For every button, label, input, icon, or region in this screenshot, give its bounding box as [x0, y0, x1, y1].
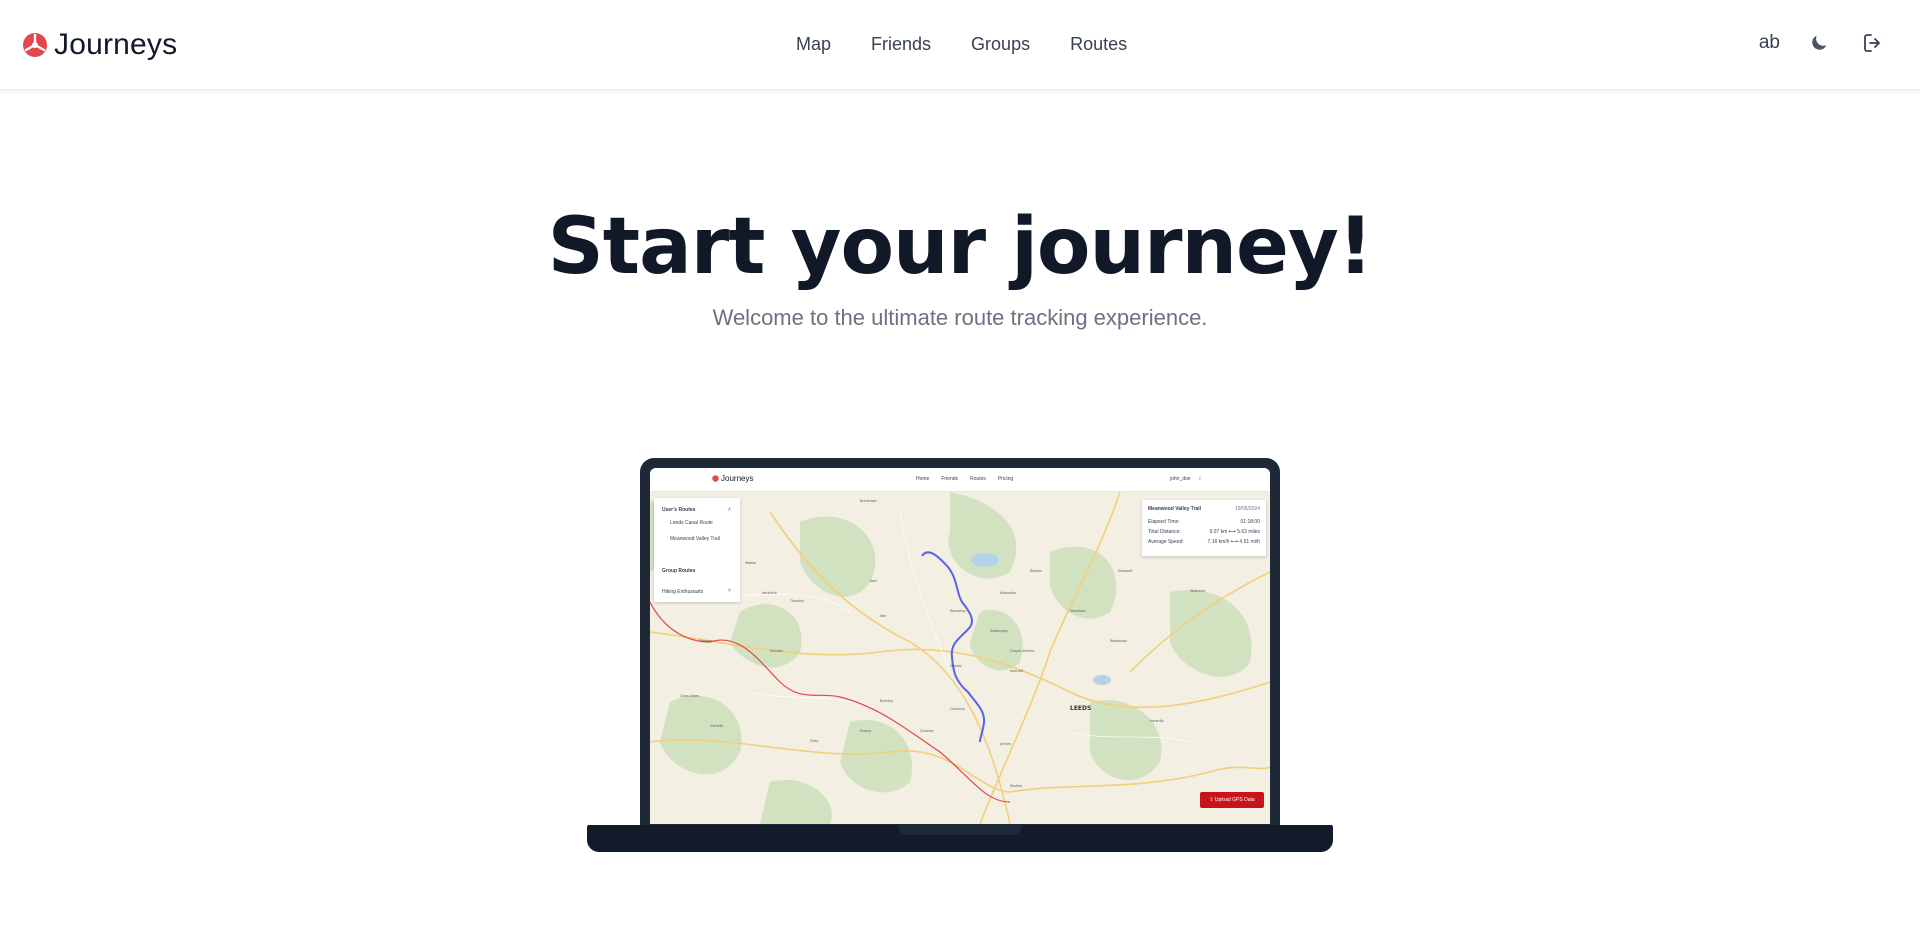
- map-place-label: Garforth: [710, 724, 723, 728]
- map-place-label: Wetherby: [1190, 589, 1205, 593]
- preview-route-name: Meanwood Valley Trail: [1148, 506, 1202, 512]
- map-place-label: Armley: [1000, 742, 1011, 746]
- map-place-label: Adel: [870, 579, 877, 583]
- preview-elapsed-value: 01:18:00: [1240, 519, 1260, 525]
- moon-icon: ☾: [1198, 476, 1204, 482]
- top-navbar: Journeys Map Friends Groups Routes ab: [0, 0, 1920, 90]
- preview-user: john_doe ☾: [1170, 476, 1203, 482]
- app-preview: Journeys Home Friends Routes Pricing joh…: [650, 468, 1270, 824]
- theme-toggle-button[interactable]: [1804, 28, 1834, 58]
- hero-title: Start your journey!: [547, 202, 1374, 292]
- map-place-label: Idle: [880, 614, 886, 618]
- preview-stats-panel: Meanwood Valley Trail 19/05/2024 Elapsed…: [1142, 500, 1266, 556]
- nav-map[interactable]: Map: [796, 34, 831, 55]
- preview-upload-label: Upload GPS Data: [1214, 797, 1255, 803]
- preview-nav: Home Friends Routes Pricing: [916, 476, 1013, 482]
- map-place-label: Shadwell: [1118, 569, 1132, 573]
- preview-route-date: 19/05/2024: [1234, 506, 1260, 512]
- preview-brand: Journeys: [712, 474, 753, 483]
- laptop-screen: Journeys Home Friends Routes Pricing joh…: [640, 458, 1280, 828]
- brand-link[interactable]: Journeys: [22, 28, 177, 62]
- preview-upload-button: ⇪ Upload GPS Data: [1200, 792, 1264, 808]
- preview-elapsed-label: Elapsed Time:: [1148, 519, 1180, 525]
- map-place-label: Baildon: [1030, 569, 1042, 573]
- preview-brand-name: Journeys: [721, 474, 754, 483]
- map-place-label: Harehills: [1150, 719, 1164, 723]
- laptop-notch: [899, 825, 1021, 835]
- map-place-label: Rawdon: [700, 639, 713, 643]
- preview-nav-home: Home: [916, 476, 930, 482]
- main-nav: Map Friends Groups Routes: [796, 34, 1127, 55]
- map-place-label: Alwoodley: [1000, 591, 1016, 595]
- nav-friends[interactable]: Friends: [871, 34, 931, 55]
- map-place-label: Seacroft: [1010, 669, 1024, 673]
- map-place-label: Chapel Allerton: [1010, 649, 1035, 653]
- journeys-logo-icon: [712, 475, 719, 482]
- map-place-label: Headingley: [990, 629, 1008, 633]
- map-place-label: Wortley: [1010, 784, 1022, 788]
- chevron-up-icon: ˄: [728, 507, 731, 513]
- preview-navbar: Journeys Home Friends Routes Pricing joh…: [650, 468, 1270, 492]
- preview-route-item: Meanwood Valley Trail: [670, 536, 720, 542]
- map-place-label: Weetwood: [1110, 639, 1127, 643]
- map-place-label: Kirkstall: [770, 649, 783, 653]
- moon-icon: [1812, 35, 1827, 50]
- map-place-label: Guiseley: [920, 729, 934, 733]
- hero-subtitle: Welcome to the ultimate route tracking e…: [712, 305, 1208, 330]
- logout-button[interactable]: [1858, 28, 1888, 58]
- map-place-label: Moortown: [1070, 609, 1086, 613]
- preview-group-select: Hiking Enthusiasts: [662, 589, 704, 595]
- preview-routes-panel: User's Routes ˄ Leeds Canal Route Meanwo…: [654, 498, 740, 602]
- map-place-label: LEEDS: [1070, 705, 1091, 712]
- map-place-label: Thackley: [789, 599, 804, 603]
- map-place-label: Yeadon: [745, 561, 756, 565]
- journeys-logo-icon: [23, 33, 47, 57]
- nav-right: ab: [1759, 28, 1888, 58]
- preview-users-routes-title: User's Routes: [662, 507, 696, 513]
- map-place-label: Bramhope: [860, 499, 877, 503]
- map-place-label: Calverley: [950, 707, 965, 711]
- nav-groups[interactable]: Groups: [971, 34, 1030, 55]
- logout-icon: [1864, 34, 1880, 52]
- preview-distance-label: Total Distance:: [1148, 529, 1181, 535]
- map-place-label: Bramley: [880, 699, 893, 703]
- map-place-label: Otley: [810, 739, 819, 743]
- user-initials[interactable]: ab: [1759, 32, 1780, 54]
- map-place-label: Roundhay: [950, 609, 966, 613]
- preview-nav-pricing: Pricing: [997, 476, 1014, 482]
- brand-name: Journeys: [54, 28, 178, 61]
- preview-nav-friends: Friends: [941, 476, 959, 482]
- chevron-down-icon: ˅: [728, 588, 731, 594]
- preview-group-routes-title: Group Routes: [662, 568, 696, 574]
- map-place-label: Pudsey: [860, 729, 872, 733]
- map-place-label: Shipley: [950, 664, 962, 668]
- nav-routes[interactable]: Routes: [1070, 34, 1127, 55]
- preview-distance-value: 9.07 km ⟷ 5.63 miles: [1209, 529, 1260, 535]
- map-place-label: Cross Gates: [680, 694, 699, 698]
- preview-route-item: Leeds Canal Route: [670, 520, 713, 526]
- preview-speed-label: Average Speed:: [1148, 539, 1184, 545]
- preview-speed-value: 7.16 km/h ⟷ 4.51 mi/h: [1207, 539, 1260, 545]
- preview-username: john_doe: [1170, 476, 1191, 482]
- preview-nav-routes: Routes: [970, 476, 986, 482]
- map-place-label: Horsforth: [762, 591, 777, 595]
